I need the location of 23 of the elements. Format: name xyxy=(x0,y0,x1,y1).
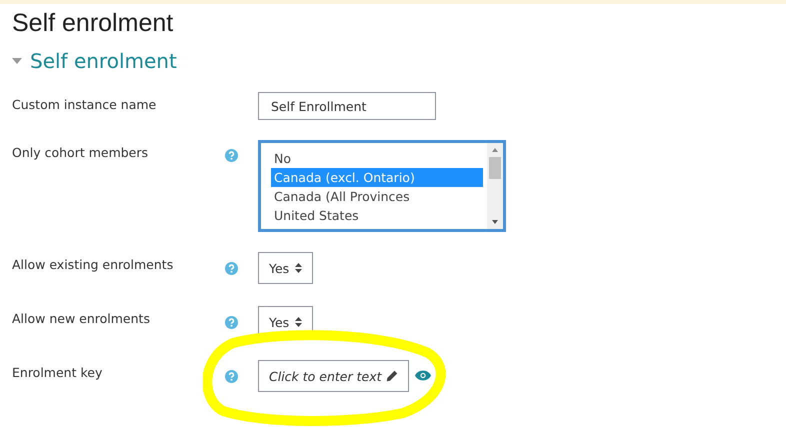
help-icon[interactable] xyxy=(225,316,238,329)
pencil-icon xyxy=(386,370,398,382)
help-icon[interactable] xyxy=(225,370,238,383)
sort-icon xyxy=(295,317,302,327)
field-label: Allow new enrolments xyxy=(11,310,150,328)
help-icon[interactable] xyxy=(225,149,238,162)
in-place-editable-field[interactable]: Click to enter text xyxy=(258,360,408,392)
caret-icon[interactable] xyxy=(12,58,22,64)
field-label: Allow existing enrolments xyxy=(11,256,174,274)
cohort-list[interactable]: No Canada (excl. Ontario) Canada (All Provinces United States xyxy=(258,140,506,232)
eye-icon[interactable] xyxy=(414,370,430,381)
help-icon[interactable] xyxy=(225,262,238,275)
text-field[interactable]: Self Enrollment xyxy=(258,92,436,120)
sort-icon xyxy=(295,263,302,273)
field-label: Only cohort members xyxy=(11,144,148,162)
page-title: Self enrolment xyxy=(12,8,174,38)
list-option[interactable]: No xyxy=(271,149,483,168)
field-label: Enrolment key xyxy=(11,364,102,382)
section-title[interactable]: Self enrolment xyxy=(30,48,177,74)
yes-no-select[interactable]: Yes xyxy=(258,252,314,284)
field-label: Custom instance name xyxy=(11,96,156,114)
list-option[interactable]: Canada (All Provinces xyxy=(271,187,483,206)
list-option[interactable]: United States xyxy=(271,206,483,225)
